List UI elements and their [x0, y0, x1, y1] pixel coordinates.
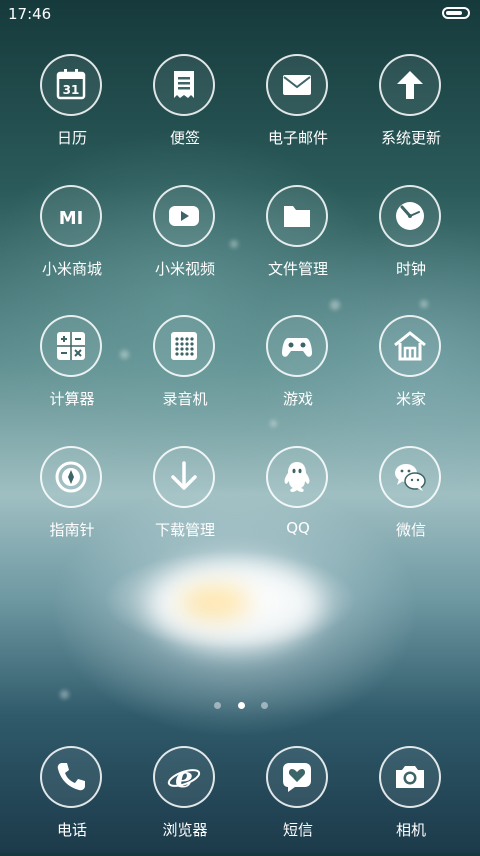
app-label: 微信	[395, 521, 426, 539]
app-label: 时钟	[395, 260, 426, 278]
app-system-update[interactable]: 系统更新	[357, 54, 467, 164]
app-label: 浏览器	[162, 821, 208, 839]
dock-messages[interactable]: 短信	[244, 746, 354, 856]
app-mi-video[interactable]: 小米视频	[131, 185, 241, 295]
play-icon	[153, 185, 215, 247]
app-wechat[interactable]: 微信	[357, 446, 467, 556]
app-label: 录音机	[162, 390, 208, 408]
update-arrow-icon	[379, 54, 441, 116]
recorder-icon	[153, 315, 215, 377]
app-compass[interactable]: 指南针	[18, 446, 128, 556]
app-label: 相机	[395, 821, 426, 839]
camera-icon	[379, 746, 441, 808]
page-dot-active[interactable]	[237, 702, 245, 709]
app-label: 日历	[56, 129, 87, 147]
app-label: 小米视频	[154, 260, 215, 278]
app-label: 计算器	[49, 390, 95, 408]
mi-store-icon: MI	[40, 185, 102, 247]
app-download-manager[interactable]: 下载管理	[131, 446, 241, 556]
app-calendar[interactable]: 31 日历	[18, 54, 128, 164]
dock-phone[interactable]: 电话	[18, 746, 128, 856]
app-label: 电话	[56, 821, 87, 839]
browser-letter: e	[175, 761, 193, 794]
battery-icon	[442, 7, 470, 19]
clock-icon	[379, 185, 441, 247]
phone-icon	[40, 746, 102, 808]
notes-icon	[153, 54, 215, 116]
status-time: 17:46	[8, 5, 52, 23]
message-heart-icon	[266, 746, 328, 808]
app-label: 文件管理	[267, 260, 328, 278]
app-games[interactable]: 游戏	[244, 315, 354, 425]
calculator-icon	[40, 315, 102, 377]
page-indicator	[214, 702, 268, 712]
app-label: 便签	[169, 129, 200, 147]
calendar-day: 31	[63, 83, 80, 97]
app-label: 电子邮件	[267, 129, 328, 147]
app-label: 下载管理	[154, 521, 215, 539]
app-recorder[interactable]: 录音机	[131, 315, 241, 425]
dock-camera[interactable]: 相机	[357, 746, 467, 856]
app-email[interactable]: 电子邮件	[244, 54, 354, 164]
calendar-icon: 31	[40, 54, 102, 116]
browser-icon: e	[153, 746, 215, 808]
app-clock[interactable]: 时钟	[357, 185, 467, 295]
mail-icon	[266, 54, 328, 116]
app-label: QQ	[286, 519, 310, 537]
download-icon	[153, 446, 215, 508]
wallpaper-lotus-center	[180, 585, 250, 620]
wallpaper-bokeh	[60, 690, 69, 699]
home-icon	[379, 315, 441, 377]
app-calculator[interactable]: 计算器	[18, 315, 128, 425]
page-dot[interactable]	[214, 702, 221, 709]
app-label: 小米商城	[41, 260, 102, 278]
app-qq[interactable]: QQ	[244, 446, 354, 556]
app-mijia[interactable]: 米家	[357, 315, 467, 425]
dock-browser[interactable]: e 浏览器	[131, 746, 241, 856]
compass-icon	[40, 446, 102, 508]
battery-level	[446, 11, 462, 15]
gamepad-icon	[266, 315, 328, 377]
app-mi-store[interactable]: MI 小米商城	[18, 185, 128, 295]
app-notes[interactable]: 便签	[131, 54, 241, 164]
wallpaper-bokeh	[330, 300, 340, 310]
status-bar: 17:46	[0, 0, 480, 28]
qq-penguin-icon	[266, 446, 328, 508]
app-label: 游戏	[282, 390, 313, 408]
wallpaper-bokeh	[420, 300, 428, 308]
app-label: 短信	[282, 821, 313, 839]
folder-icon	[266, 185, 328, 247]
app-label: 米家	[395, 390, 426, 408]
app-file-manager[interactable]: 文件管理	[244, 185, 354, 295]
wechat-icon	[379, 446, 441, 508]
app-label: 系统更新	[380, 129, 441, 147]
app-label: 指南针	[49, 521, 95, 539]
page-dot[interactable]	[261, 702, 268, 709]
mi-logo-text: MI	[59, 208, 84, 229]
